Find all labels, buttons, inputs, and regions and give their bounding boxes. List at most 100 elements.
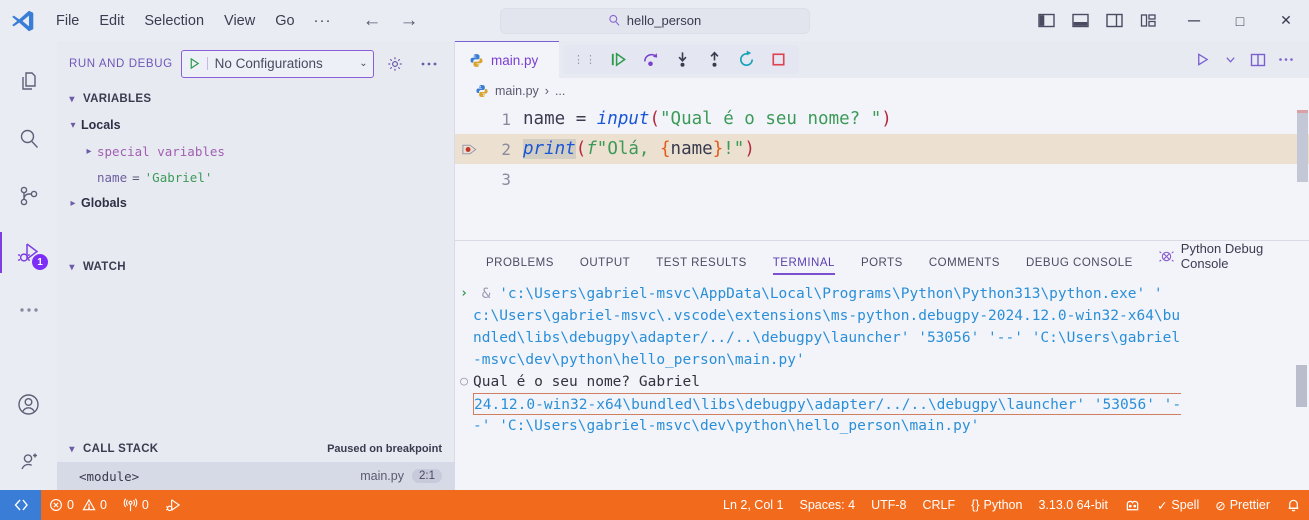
status-notifications[interactable] xyxy=(1278,490,1309,520)
forward-arrow-icon[interactable]: → xyxy=(400,11,419,30)
toggle-panel-icon[interactable] xyxy=(1067,9,1093,33)
terminal-scrollbar-thumb[interactable] xyxy=(1296,365,1307,407)
terminal-scrollbar[interactable] xyxy=(1296,277,1307,490)
language-label: Python xyxy=(983,498,1023,512)
status-spell-checker[interactable]: ✓ Spell xyxy=(1149,490,1207,520)
tab-debug-console[interactable]: DEBUG CONSOLE xyxy=(1013,257,1146,277)
debug-step-out-button[interactable] xyxy=(699,46,729,73)
editor-tab-main-py[interactable]: main.py xyxy=(455,41,559,78)
start-debugging-icon[interactable] xyxy=(182,57,208,70)
toggle-secondary-sidebar-icon[interactable] xyxy=(1101,9,1127,33)
section-variables[interactable]: ▾ VARIABLES xyxy=(57,86,454,112)
code-line-1[interactable]: 1 name = input("Qual é o seu nome? ") xyxy=(455,104,1309,134)
maximize-button[interactable]: □ xyxy=(1217,0,1263,41)
breadcrumb-file[interactable]: main.py xyxy=(495,84,539,98)
remote-window-button[interactable] xyxy=(0,490,41,520)
activity-item-manage[interactable] xyxy=(0,433,57,490)
variables-special-variables[interactable]: ▸ special variables xyxy=(57,138,454,164)
tab-test-results[interactable]: TEST RESULTS xyxy=(643,257,760,277)
tab-output[interactable]: OUTPUT xyxy=(567,257,643,277)
status-language-mode[interactable]: {} Python xyxy=(963,490,1030,520)
editor-scrollbar-thumb[interactable] xyxy=(1297,110,1308,182)
breakpoint-marker[interactable] xyxy=(455,141,483,158)
chevron-down-icon: ▾ xyxy=(69,261,75,273)
special-variables-label: special variables xyxy=(97,143,225,159)
section-watch[interactable]: ▾ WATCH xyxy=(57,254,454,280)
quick-search-input[interactable]: hello_person xyxy=(499,7,810,34)
call-stack-frame[interactable]: <module> main.py 2:1 xyxy=(57,462,454,490)
menu-file[interactable]: File xyxy=(46,7,89,35)
variable-row-name[interactable]: name = 'Gabriel' xyxy=(57,164,454,190)
locals-label: Locals xyxy=(81,118,121,132)
split-editor-button[interactable] xyxy=(1245,47,1271,73)
menu-view[interactable]: View xyxy=(214,7,265,35)
close-button[interactable]: ✕ xyxy=(1263,0,1309,41)
toggle-primary-sidebar-icon[interactable] xyxy=(1033,9,1059,33)
editor-scrollbar[interactable] xyxy=(1295,104,1309,240)
token-paren-close: ) xyxy=(881,109,892,129)
window-controls: ─ □ ✕ xyxy=(1033,0,1309,41)
debug-stop-button[interactable] xyxy=(763,46,793,73)
terminal-output[interactable]: › & 'c:\Users\gabriel-msvc\AppData\Local… xyxy=(455,277,1309,490)
menu-edit[interactable]: Edit xyxy=(89,7,134,35)
status-cursor-position[interactable]: Ln 2, Col 1 xyxy=(715,490,791,520)
status-prettier[interactable]: ⊘ Prettier xyxy=(1207,490,1278,520)
sidebar-more-actions[interactable] xyxy=(416,51,442,77)
variables-scope-locals[interactable]: ▾ Locals xyxy=(57,112,454,138)
token-string: "Qual é o seu nome? " xyxy=(660,109,882,129)
activity-item-run-and-debug[interactable]: 1 xyxy=(0,224,57,281)
tab-terminal[interactable]: TERMINAL xyxy=(760,257,848,277)
vscode-logo-icon xyxy=(0,8,46,34)
breadcrumb-separator: › xyxy=(544,84,549,98)
status-indentation[interactable]: Spaces: 4 xyxy=(791,490,863,520)
radio-tower-icon xyxy=(123,497,138,513)
activity-item-search[interactable] xyxy=(0,110,57,167)
section-call-stack[interactable]: ▾ CALL STACK Paused on breakpoint xyxy=(57,436,454,462)
menu-selection[interactable]: Selection xyxy=(134,7,214,35)
back-arrow-icon[interactable]: ← xyxy=(363,11,382,30)
terminal-instance-label[interactable]: Python Debug Console xyxy=(1158,241,1309,277)
activity-item-source-control[interactable] xyxy=(0,167,57,224)
status-debug[interactable] xyxy=(157,490,190,520)
minimize-button[interactable]: ─ xyxy=(1171,0,1217,41)
menu-go[interactable]: Go xyxy=(265,7,304,35)
tab-comments[interactable]: COMMENTS xyxy=(916,257,1013,277)
grip-icon[interactable]: ⋮⋮ xyxy=(569,54,601,65)
open-launch-json-button[interactable] xyxy=(382,51,408,77)
activity-item-accounts[interactable] xyxy=(0,376,57,433)
prettier-label: Prettier xyxy=(1229,498,1270,512)
source-control-icon xyxy=(17,184,41,208)
status-encoding[interactable]: UTF-8 xyxy=(863,490,914,520)
debug-step-into-button[interactable] xyxy=(667,46,697,73)
menu-more[interactable]: ··· xyxy=(305,9,341,33)
sidebar-title: RUN AND DEBUG xyxy=(69,57,173,70)
editor-more-actions-button[interactable] xyxy=(1273,47,1299,73)
code-line-2[interactable]: 2 print(f"Olá, {name}!") xyxy=(455,134,1309,164)
section-variables-label: VARIABLES xyxy=(83,93,152,105)
status-ports[interactable]: 0 xyxy=(115,490,157,520)
breadcrumb-symbols[interactable]: ... xyxy=(555,84,565,98)
debug-step-over-button[interactable] xyxy=(635,46,665,73)
status-eol[interactable]: CRLF xyxy=(915,490,964,520)
activity-item-more-views[interactable] xyxy=(0,281,57,338)
customize-layout-icon[interactable] xyxy=(1135,9,1161,33)
status-pets[interactable] xyxy=(1116,490,1149,520)
token-string-part-b: !" xyxy=(723,139,745,159)
tab-problems[interactable]: PROBLEMS xyxy=(473,257,567,277)
debug-toolbar: ⋮⋮ xyxy=(563,45,799,74)
breadcrumb[interactable]: main.py › ... xyxy=(455,78,1309,104)
chevron-down-icon[interactable] xyxy=(1217,47,1243,73)
terminal-line: -' 'C:\Users\gabriel-msvc\dev\python\hel… xyxy=(455,415,1309,437)
status-problems[interactable]: 0 0 xyxy=(41,490,115,520)
code-line-3[interactable]: 3 xyxy=(455,164,1309,194)
variables-scope-globals[interactable]: ▸ Globals xyxy=(57,190,454,216)
run-python-file-button[interactable] xyxy=(1189,47,1215,73)
terminal-output-marker: ○ xyxy=(460,374,468,389)
debug-restart-button[interactable] xyxy=(731,46,761,73)
debug-configuration-select[interactable]: No Configurations ⌄ xyxy=(180,49,374,78)
activity-item-explorer[interactable] xyxy=(0,53,57,110)
status-python-interpreter[interactable]: 3.13.0 64-bit xyxy=(1030,490,1116,520)
code-editor[interactable]: 1 name = input("Qual é o seu nome? ") 2 … xyxy=(455,104,1309,240)
tab-ports[interactable]: PORTS xyxy=(848,257,916,277)
debug-continue-button[interactable] xyxy=(603,46,633,73)
